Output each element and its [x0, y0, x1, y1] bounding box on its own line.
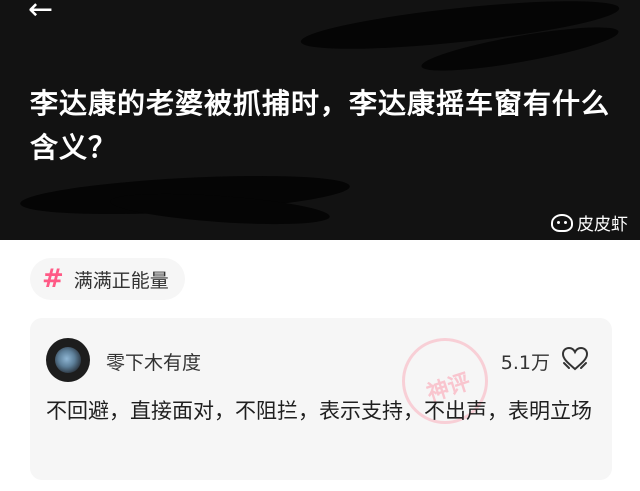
- comment-card: 零下木有度 神评 5.1万 不回避，直接面对，不阻拦，表示支持，不出声，表明立场: [30, 318, 612, 480]
- heart-hands-icon[interactable]: [560, 345, 590, 373]
- topic-tag[interactable]: # 满满正能量: [30, 258, 185, 300]
- pipixia-logo-icon: [551, 213, 573, 232]
- page: ← 李达康的老婆被抓捕时，李达康摇车窗有什么含义？ 皮皮虾 # 满满正能量 零下…: [0, 0, 640, 491]
- avatar[interactable]: [46, 338, 90, 382]
- comment-username[interactable]: 零下木有度: [106, 348, 201, 375]
- comment-text: 不回避，直接面对，不阻拦，表示支持，不出声，表明立场: [46, 399, 592, 423]
- back-button[interactable]: ←: [28, 0, 68, 26]
- app-watermark: 皮皮虾: [551, 210, 628, 235]
- question-title: 李达康的老婆被抓捕时，李达康摇车窗有什么含义？: [30, 87, 611, 164]
- watermark-text: 皮皮虾: [577, 215, 628, 235]
- arrow-left-icon: ←: [28, 0, 54, 27]
- like-count: 5.1万: [500, 352, 550, 374]
- hash-icon: #: [42, 264, 64, 294]
- avatar-image: [55, 347, 81, 373]
- topic-tag-label: 满满正能量: [73, 269, 169, 292]
- question-header: ← 李达康的老婆被抓捕时，李达康摇车窗有什么含义？ 皮皮虾: [0, 0, 640, 240]
